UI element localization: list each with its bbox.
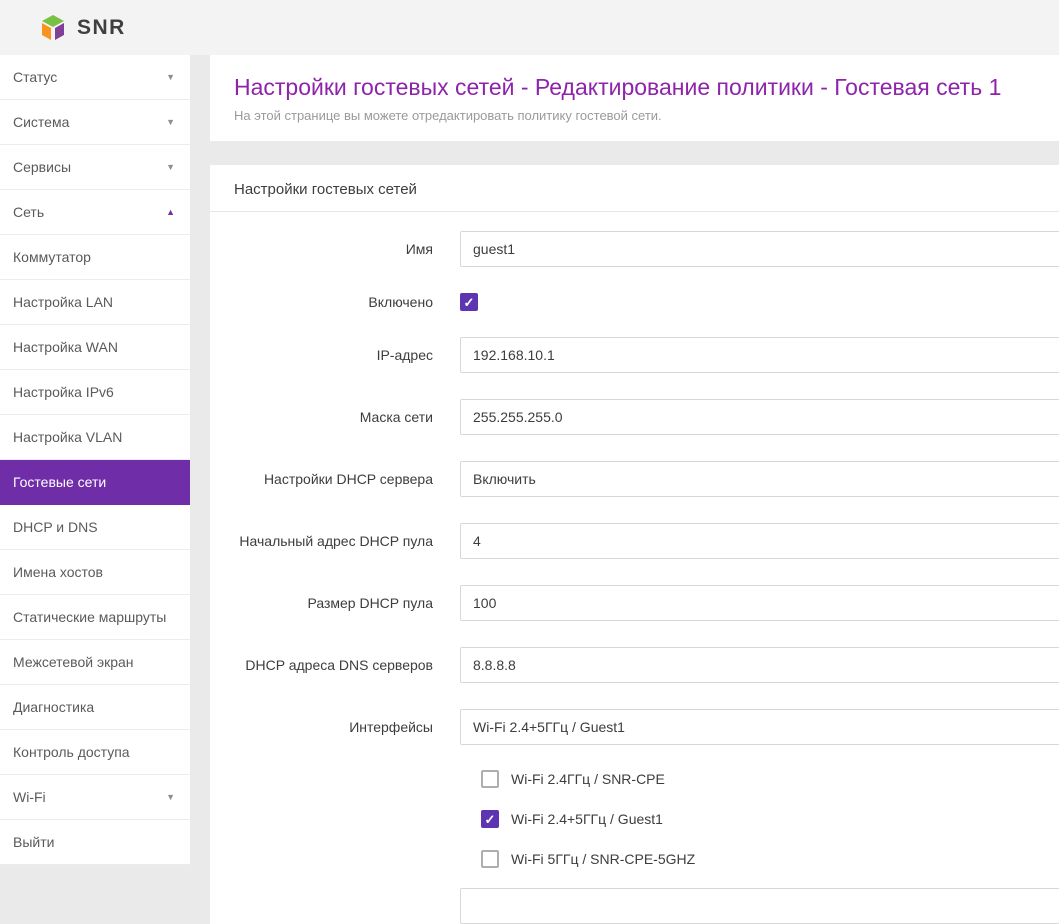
sidebar-item-access-control[interactable]: Контроль доступа xyxy=(0,730,190,775)
sidebar-item-label: Настройка VLAN xyxy=(13,429,122,445)
dhcp-limit-input[interactable] xyxy=(460,585,1059,621)
sidebar-item-label: Настройка IPv6 xyxy=(13,384,114,400)
sidebar-item-dhcp-dns[interactable]: DHCP и DNS xyxy=(0,505,190,550)
netmask-input[interactable] xyxy=(460,399,1059,435)
sidebar-item-vlan[interactable]: Настройка VLAN xyxy=(0,415,190,460)
sidebar-item-wan[interactable]: Настройка WAN xyxy=(0,325,190,370)
sidebar-item-label: DHCP и DNS xyxy=(13,519,98,535)
sidebar-item-label: Контроль доступа xyxy=(13,744,130,760)
sidebar-item-diagnostics[interactable]: Диагностика xyxy=(0,685,190,730)
brand-logo: SNR xyxy=(38,13,126,43)
enabled-label: Включено xyxy=(210,294,460,310)
brand-cube-icon xyxy=(38,13,68,43)
sidebar-item-guest-networks[interactable]: Гостевые сети xyxy=(0,460,190,505)
page-title: Настройки гостевых сетей - Редактировани… xyxy=(234,74,1059,101)
dhcp-dns-input[interactable] xyxy=(460,647,1059,683)
interface-option-3-label[interactable]: Wi-Fi 5ГГц / SNR-CPE-5GHZ xyxy=(511,851,695,867)
sidebar-item-label: Диагностика xyxy=(13,699,94,715)
sidebar-item-wifi[interactable]: Wi-Fi ▼ xyxy=(0,775,190,820)
enabled-checkbox[interactable] xyxy=(460,293,478,311)
interface-option-3-checkbox[interactable] xyxy=(481,850,499,868)
interface-option-1-label[interactable]: Wi-Fi 2.4ГГц / SNR-CPE xyxy=(511,771,665,787)
interface-option-2-checkbox[interactable] xyxy=(481,810,499,828)
sidebar-item-switch[interactable]: Коммутатор xyxy=(0,235,190,280)
sidebar-item-network[interactable]: Сеть ▲ xyxy=(0,190,190,235)
sidebar-item-label: Статические маршруты xyxy=(13,609,166,625)
name-input[interactable] xyxy=(460,231,1059,267)
sidebar-item-static-routes[interactable]: Статические маршруты xyxy=(0,595,190,640)
page-subtitle: На этой странице вы можете отредактирова… xyxy=(234,108,1059,123)
chevron-down-icon: ▼ xyxy=(166,117,175,127)
page-header: Настройки гостевых сетей - Редактировани… xyxy=(210,55,1059,141)
sidebar-item-logout[interactable]: Выйти xyxy=(0,820,190,865)
sidebar-item-label: Wi-Fi xyxy=(13,789,46,805)
sidebar-item-hostnames[interactable]: Имена хостов xyxy=(0,550,190,595)
sidebar-item-system[interactable]: Система ▼ xyxy=(0,100,190,145)
sidebar: Статус ▼ Система ▼ Сервисы ▼ Сеть ▲ Коммутатор На… xyxy=(0,55,190,865)
form-row-dhcp-dns: DHCP адреса DNS серверов xyxy=(210,647,1059,683)
form-row-dhcp-limit: Размер DHCP пула xyxy=(210,585,1059,621)
interface-option-1-checkbox[interactable] xyxy=(481,770,499,788)
interface-option-1: Wi-Fi 2.4ГГц / SNR-CPE xyxy=(460,765,1059,793)
sidebar-item-label: Гостевые сети xyxy=(13,474,106,490)
sidebar-item-label: Коммутатор xyxy=(13,249,91,265)
dhcp-start-input[interactable] xyxy=(460,523,1059,559)
sidebar-item-label: Настройка WAN xyxy=(13,339,118,355)
form-row-netmask: Маска сети xyxy=(210,399,1059,435)
interfaces-label: Интерфейсы xyxy=(210,709,460,735)
form-row-name: Имя xyxy=(210,231,1059,267)
interface-option-2-label[interactable]: Wi-Fi 2.4+5ГГц / Guest1 xyxy=(511,811,663,827)
interface-option-3: Wi-Fi 5ГГц / SNR-CPE-5GHZ xyxy=(460,845,1059,873)
sidebar-item-ipv6[interactable]: Настройка IPv6 xyxy=(0,370,190,415)
form-row-ip: IP-адрес xyxy=(210,337,1059,373)
card-title: Настройки гостевых сетей xyxy=(210,165,1059,212)
sidebar-item-services[interactable]: Сервисы ▼ xyxy=(0,145,190,190)
sidebar-item-label: Настройка LAN xyxy=(13,294,113,310)
sidebar-item-label: Статус xyxy=(13,69,57,85)
dhcp-mode-select[interactable]: Включить xyxy=(460,461,1059,497)
form-row-enabled: Включено xyxy=(210,293,1059,311)
sidebar-item-label: Система xyxy=(13,114,69,130)
app-header: SNR xyxy=(0,0,1059,55)
form-row-dhcp-start: Начальный адрес DHCP пула xyxy=(210,523,1059,559)
dhcp-mode-label: Настройки DHCP сервера xyxy=(210,471,460,487)
chevron-down-icon: ▼ xyxy=(166,162,175,172)
guest-network-card: Настройки гостевых сетей Имя Включено IP… xyxy=(210,165,1059,924)
ip-label: IP-адрес xyxy=(210,347,460,363)
interfaces-select-value: Wi-Fi 2.4+5ГГц / Guest1 xyxy=(473,719,625,735)
interface-option-2: Wi-Fi 2.4+5ГГц / Guest1 xyxy=(460,805,1059,833)
sidebar-item-status[interactable]: Статус ▼ xyxy=(0,55,190,100)
sidebar-item-label: Выйти xyxy=(13,834,54,850)
sidebar-item-lan[interactable]: Настройка LAN xyxy=(0,280,190,325)
interfaces-select[interactable]: Wi-Fi 2.4+5ГГц / Guest1 xyxy=(460,709,1059,745)
chevron-down-icon: ▼ xyxy=(166,72,175,82)
chevron-up-icon: ▲ xyxy=(166,207,175,217)
ip-input[interactable] xyxy=(460,337,1059,373)
sidebar-item-label: Сервисы xyxy=(13,159,71,175)
dhcp-limit-label: Размер DHCP пула xyxy=(210,595,460,611)
netmask-label: Маска сети xyxy=(210,409,460,425)
name-label: Имя xyxy=(210,241,460,257)
sidebar-menu: Статус ▼ Система ▼ Сервисы ▼ Сеть ▲ Коммутатор На… xyxy=(0,55,190,865)
brand-name: SNR xyxy=(77,16,126,40)
next-row-input[interactable] xyxy=(460,888,1059,924)
sidebar-item-label: Имена хостов xyxy=(13,564,103,580)
guest-network-form: Имя Включено IP-адрес Маска сети Настрой… xyxy=(210,212,1059,924)
dhcp-dns-label: DHCP адреса DNS серверов xyxy=(210,657,460,673)
dhcp-mode-select-value: Включить xyxy=(473,471,536,487)
sidebar-item-label: Сеть xyxy=(13,204,44,220)
form-row-interfaces: Интерфейсы Wi-Fi 2.4+5ГГц / Guest1 Wi-Fi… xyxy=(210,709,1059,873)
chevron-down-icon: ▼ xyxy=(166,792,175,802)
form-row-dhcp-mode: Настройки DHCP сервера Включить xyxy=(210,461,1059,497)
sidebar-item-label: Межсетевой экран xyxy=(13,654,134,670)
dhcp-start-label: Начальный адрес DHCP пула xyxy=(210,533,460,549)
form-row-next-partial xyxy=(210,888,1059,924)
interfaces-field: Wi-Fi 2.4+5ГГц / Guest1 Wi-Fi 2.4ГГц / S… xyxy=(460,709,1059,873)
sidebar-item-firewall[interactable]: Межсетевой экран xyxy=(0,640,190,685)
